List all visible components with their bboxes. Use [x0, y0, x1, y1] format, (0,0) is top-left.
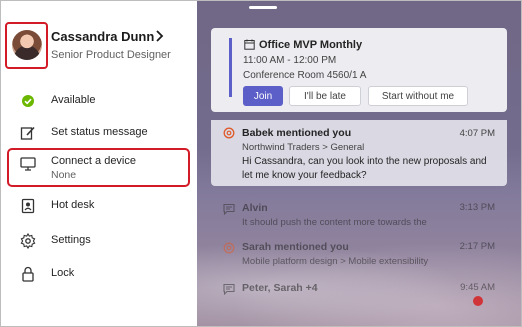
notification-item[interactable]: Sarah mentioned you 2:17 PM Mobile platf… [211, 241, 507, 271]
notification-time: 2:17 PM [459, 241, 495, 252]
notification-item[interactable]: Alvin 3:13 PM It should push the content… [211, 202, 507, 232]
notification-subtitle: Mobile platform design > Mobile extensib… [242, 256, 429, 267]
join-button[interactable]: Join [243, 86, 283, 106]
menu-label: Available [51, 94, 96, 106]
menu-sublabel: None [51, 169, 77, 181]
start-without-me-button[interactable]: Start without me [368, 86, 468, 106]
meeting-card[interactable]: Office MVP Monthly 11:00 AM - 12:00 PM C… [211, 28, 507, 112]
avatar-highlight [5, 22, 48, 69]
menu-label: Set status message [51, 126, 148, 138]
mention-icon [223, 127, 235, 139]
available-status-icon [22, 95, 34, 107]
meeting-title: Office MVP Monthly [259, 39, 363, 51]
chevron-right-icon[interactable] [154, 30, 164, 42]
menu-label: Settings [51, 234, 91, 246]
meeting-time: 11:00 AM - 12:00 PM [243, 55, 337, 66]
unread-badge [473, 296, 483, 306]
chat-icon [223, 283, 235, 295]
hot-desk-icon [21, 198, 35, 214]
user-title: Senior Product Designer [51, 49, 171, 61]
menu-label: Hot desk [51, 199, 95, 211]
meeting-accent-bar [229, 38, 232, 97]
gear-icon [20, 233, 36, 249]
notification-subtitle: It should push the content more towards … [242, 217, 427, 228]
menu-item-available[interactable]: Available [1, 90, 197, 116]
calendar-icon [244, 39, 255, 50]
menu-label: Connect a device [51, 155, 136, 167]
menu-item-lock[interactable]: Lock [1, 263, 197, 289]
meeting-room: Conference Room 4560/1 A [243, 70, 367, 81]
drag-handle[interactable] [249, 6, 277, 9]
avatar[interactable] [12, 30, 42, 60]
user-name[interactable]: Cassandra Dunn [51, 29, 154, 44]
lock-icon [22, 266, 34, 282]
device-icon [20, 157, 36, 171]
activity-pane: Office MVP Monthly 11:00 AM - 12:00 PM C… [197, 1, 521, 326]
late-button[interactable]: I'll be late [289, 86, 361, 106]
menu-label: Lock [51, 267, 75, 279]
notification-title: Sarah mentioned you [242, 241, 349, 253]
teams-window: Cassandra Dunn Senior Product Designer A… [0, 0, 522, 327]
menu-item-set-status[interactable]: Set status message [1, 122, 197, 148]
notification-time: 9:45 AM [460, 282, 495, 293]
notification-time: 3:13 PM [459, 202, 495, 213]
notification-time: 4:07 PM [459, 128, 495, 139]
notification-item[interactable]: Babek mentioned you 4:07 PM Northwind Tr… [211, 120, 507, 186]
notification-body: Hi Cassandra, can you look into the new … [242, 156, 487, 181]
chat-icon [223, 203, 235, 215]
profile-pane: Cassandra Dunn Senior Product Designer A… [1, 1, 197, 326]
notification-title: Alvin [242, 202, 268, 214]
notification-title: Peter, Sarah +4 [242, 282, 318, 294]
notification-title: Babek mentioned you [242, 127, 352, 139]
menu-item-settings[interactable]: Settings [1, 230, 197, 256]
mention-icon [223, 242, 235, 254]
menu-item-hot-desk[interactable]: Hot desk [1, 195, 197, 221]
notification-item[interactable]: Peter, Sarah +4 9:45 AM [211, 282, 507, 312]
notification-subtitle: Northwind Traders > General [242, 142, 365, 153]
edit-status-icon [20, 126, 35, 140]
menu-item-connect-device[interactable]: Connect a device None [1, 151, 197, 185]
